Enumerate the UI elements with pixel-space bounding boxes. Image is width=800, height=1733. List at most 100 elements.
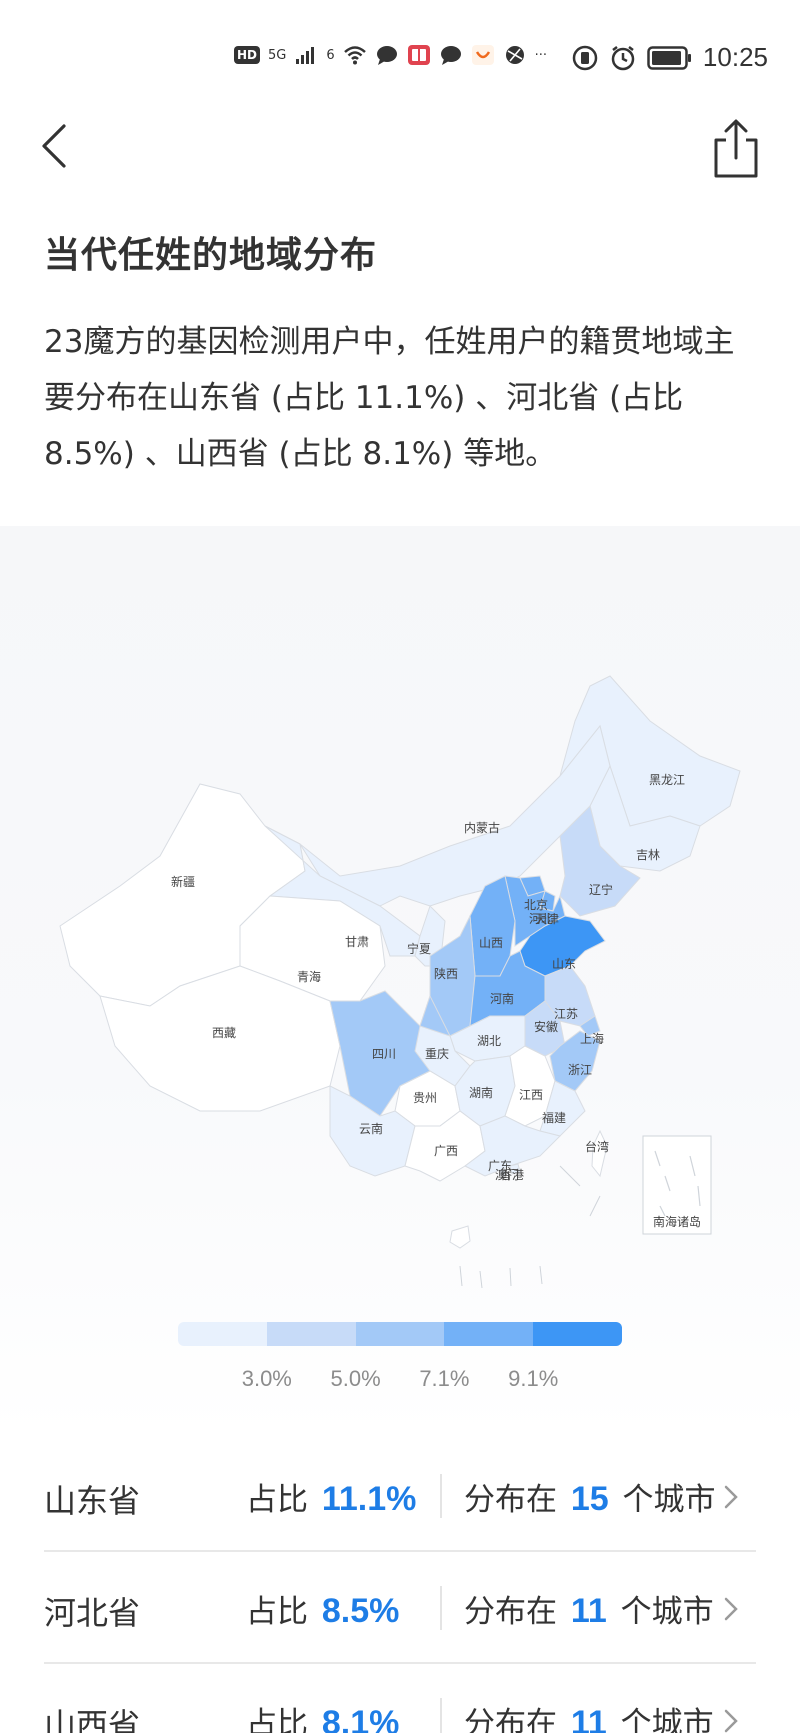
book-app-icon [407, 45, 430, 65]
status-right: 10:25 [571, 42, 768, 73]
province-list: 山东省 占比 11.1% 分布在 15 个城市 河北省 占比 8.5% 分布在 … [44, 1440, 756, 1733]
province-label: 重庆 [425, 1047, 449, 1061]
province-label: 湖北 [477, 1033, 501, 1048]
share-label: 占比 [246, 1594, 308, 1630]
province-shape[interactable] [299, 724, 611, 907]
province-label: 河南 [490, 991, 514, 1006]
province-label: 福建 [542, 1110, 566, 1125]
dist-prefix: 分布在 [464, 1594, 557, 1630]
province-label: 江西 [519, 1088, 543, 1102]
back-chevron-icon[interactable] [36, 118, 76, 174]
province-label: 江苏 [554, 1007, 578, 1021]
divider [440, 1698, 442, 1733]
signal-icon [296, 47, 315, 64]
province-label: 广西 [434, 1144, 458, 1158]
province-row-shanxi[interactable]: 山西省 占比 8.1% 分布在 11 个城市 [44, 1664, 756, 1733]
legend-swatch [266, 1322, 356, 1346]
chevron-right-icon [724, 1709, 738, 1733]
wifi-label: 6 [326, 47, 335, 63]
province-label: 安徽 [534, 1019, 558, 1034]
province-name: 河北省 [44, 1594, 141, 1632]
province-row-shandong[interactable]: 山东省 占比 11.1% 分布在 15 个城市 [44, 1440, 756, 1552]
shopping-app-icon [471, 45, 494, 65]
status-bar: HD 5G 6 ··· 10:25 [0, 0, 800, 110]
divider [440, 1586, 442, 1630]
alarm-icon [611, 45, 635, 70]
city-count: 11 [570, 1592, 607, 1630]
browser-icon [505, 46, 524, 64]
legend-color-bar [178, 1322, 622, 1346]
share-info: 占比 8.5% [246, 1586, 403, 1631]
province-label: 陕西 [434, 966, 458, 981]
divider [440, 1474, 442, 1518]
city-count: 15 [570, 1480, 609, 1518]
legend-label: 9.1% [508, 1366, 559, 1391]
dist-suffix: 个城市 [620, 1706, 714, 1733]
province-name: 山西省 [44, 1706, 141, 1733]
province-label: 新疆 [171, 874, 195, 889]
dist-suffix: 个城市 [620, 1594, 714, 1630]
province-label: 云南 [359, 1121, 383, 1136]
dist-prefix: 分布在 [464, 1706, 557, 1733]
page-title: 当代任姓的地域分布 [44, 235, 378, 276]
coastline-marks [459, 1165, 601, 1289]
dist-prefix: 分布在 [464, 1482, 557, 1518]
province-label: 西藏 [212, 1026, 236, 1040]
china-map: 黑龙江吉林辽宁内蒙古新疆北京天津河北甘肃 宁夏 山西山东青海 陕西河南江苏西藏 安徽上海… [59, 675, 741, 1289]
signal-label: 5G [268, 47, 287, 63]
legend-swatch [444, 1322, 534, 1346]
province-label: 贵州 [413, 1091, 437, 1105]
wifi-icon [343, 46, 366, 65]
province-name: 山东省 [44, 1482, 141, 1520]
dist-suffix: 个城市 [622, 1482, 716, 1518]
province-label: 青海 [297, 969, 321, 984]
province-label: 香港 [500, 1168, 524, 1182]
legend-label: 3.0% [241, 1366, 292, 1391]
status-icons: HD 5G 6 ··· [234, 44, 547, 66]
legend-swatch [533, 1322, 622, 1346]
province-label: 山东 [552, 957, 576, 971]
share-value: 8.5% [321, 1592, 400, 1630]
province-label: 宁夏 [407, 941, 431, 956]
legend-labels: 3.0% 5.0% 7.1% 9.1% [178, 1366, 622, 1396]
legend-swatch [355, 1322, 445, 1346]
province-label: 北京 [524, 898, 548, 912]
hd-badge: HD [234, 46, 261, 64]
province-label: 河北 [529, 912, 553, 926]
province-label: 湖南 [469, 1085, 493, 1100]
more-notifications: ··· [534, 47, 548, 63]
legend-label: 7.1% [419, 1366, 470, 1391]
chevron-right-icon [724, 1597, 738, 1621]
share-icon[interactable] [712, 118, 760, 180]
south-sea-label: 南海诸岛 [653, 1214, 701, 1229]
vibrate-icon [572, 45, 598, 70]
legend-swatch [178, 1322, 267, 1346]
chat-bubble-icon [440, 46, 461, 65]
city-info: 分布在 15 个城市 [464, 1474, 716, 1519]
province-row-hebei[interactable]: 河北省 占比 8.5% 分布在 11 个城市 [44, 1552, 756, 1664]
share-info: 占比 11.1% [246, 1474, 420, 1519]
page-description: 23魔方的基因检测用户中，任姓用户的籍贯地域主要分布在山东省 (占比 11.1%… [44, 324, 735, 472]
map-section: 黑龙江 吉林 辽宁 内蒙古 新疆 北京 天津 河北 甘肃 宁夏 山西 山东 青海 陕西 河南 江苏 西藏 安徽 上海… [0, 526, 800, 1436]
chat-bubble-icon [376, 46, 397, 65]
city-count: 11 [570, 1704, 607, 1733]
hainan-island [449, 1225, 471, 1249]
share-value: 8.1% [321, 1704, 400, 1733]
clock-time: 10:25 [702, 42, 768, 72]
share-label: 占比 [246, 1482, 308, 1518]
province-label: 内蒙古 [464, 820, 500, 835]
province-label: 山西 [479, 936, 503, 950]
province-label: 浙江 [568, 1063, 592, 1077]
share-info: 占比 8.1% [246, 1698, 403, 1733]
province-label: 辽宁 [589, 882, 613, 897]
province-label: 台湾 [585, 1139, 609, 1154]
province-label: 四川 [372, 1047, 396, 1061]
province-label: 甘肃 [345, 935, 369, 949]
province-label: 吉林 [636, 848, 660, 862]
province-label: 上海 [580, 1031, 604, 1046]
city-info: 分布在 11 个城市 [464, 1698, 714, 1733]
share-label: 占比 [246, 1706, 308, 1733]
legend-label: 5.0% [330, 1366, 381, 1391]
chevron-right-icon [724, 1485, 738, 1509]
province-label: 黑龙江 [649, 773, 685, 787]
